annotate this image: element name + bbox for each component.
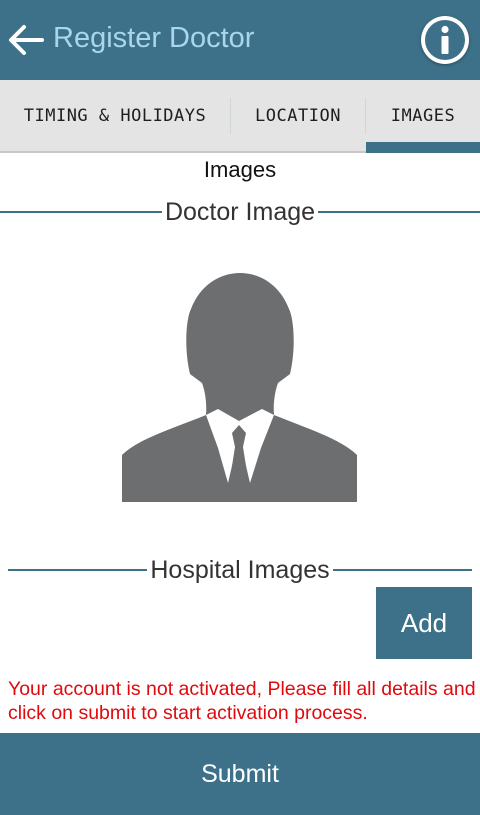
app-bar: Register Doctor bbox=[0, 0, 480, 80]
doctor-image-title: Doctor Image bbox=[164, 197, 316, 226]
tab-images[interactable]: IMAGES bbox=[366, 80, 480, 151]
submit-button[interactable]: Submit bbox=[0, 733, 480, 815]
info-icon bbox=[425, 20, 465, 60]
activation-warning: Your account is not activated, Please fi… bbox=[8, 678, 476, 724]
tab-timing-holidays[interactable]: TIMING & HOLIDAYS bbox=[0, 80, 230, 151]
selected-tab-indicator bbox=[366, 142, 480, 153]
hospital-images-title: Hospital Images bbox=[150, 555, 330, 584]
page-title: Register Doctor bbox=[53, 22, 255, 54]
info-button[interactable] bbox=[421, 16, 469, 64]
add-hospital-image-button[interactable]: Add bbox=[376, 587, 472, 659]
page-caption: Images bbox=[203, 157, 277, 182]
divider bbox=[332, 569, 472, 571]
divider bbox=[0, 211, 162, 213]
divider bbox=[318, 211, 480, 213]
divider bbox=[8, 569, 148, 571]
back-button[interactable] bbox=[6, 22, 46, 58]
tab-location[interactable]: LOCATION bbox=[231, 80, 365, 151]
person-silhouette-icon bbox=[122, 273, 357, 502]
hospital-images-section-header: Hospital Images bbox=[8, 554, 472, 586]
doctor-image-section-header: Doctor Image bbox=[0, 196, 480, 228]
doctor-image-picker[interactable] bbox=[122, 273, 357, 502]
arrow-left-icon bbox=[9, 25, 44, 55]
